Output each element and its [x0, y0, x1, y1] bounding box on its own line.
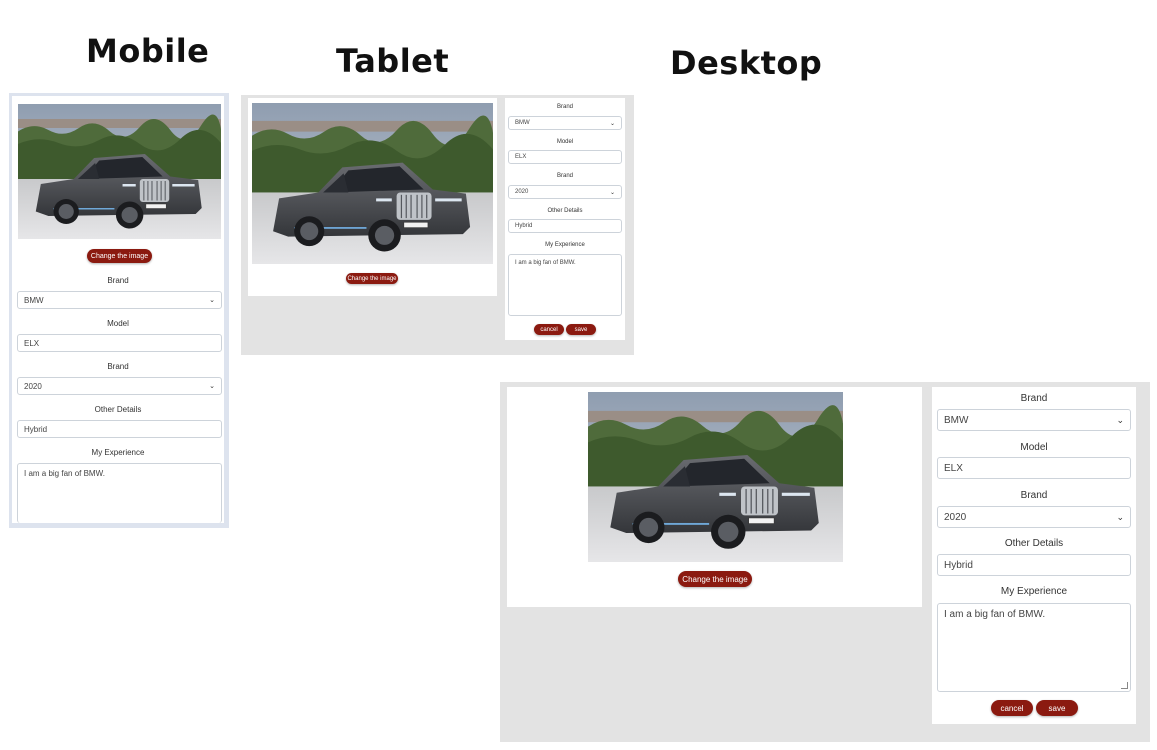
- tablet-frame: Change the image Brand BMW ⌄ Model ELX B…: [241, 95, 634, 355]
- other-details-input[interactable]: Hybrid: [508, 219, 622, 233]
- other-details-label: Other Details: [94, 405, 142, 414]
- other-details-value: Hybrid: [515, 223, 533, 229]
- mobile-heading: Mobile: [86, 32, 210, 70]
- desktop-heading: Desktop: [670, 44, 823, 82]
- desktop-frame: Change the image Brand BMW ⌄ Model ELX B…: [500, 382, 1150, 742]
- brand-select[interactable]: BMW ⌄: [937, 409, 1131, 431]
- other-details-label: Other Details: [1004, 538, 1064, 549]
- experience-textarea[interactable]: I am a big fan of BMW.: [508, 254, 622, 316]
- other-details-value: Hybrid: [944, 559, 973, 571]
- desktop-form-card: Brand BMW ⌄ Model ELX Brand 2020 ⌄ Other…: [932, 387, 1136, 724]
- model-label: Model: [556, 139, 574, 145]
- year-label: Brand: [107, 362, 129, 371]
- brand-value: BMW: [24, 295, 44, 305]
- mobile-frame: Change the image Brand BMW ⌄ Model ELX B…: [9, 93, 229, 528]
- year-value: 2020: [944, 511, 967, 523]
- experience-label: My Experience: [91, 448, 145, 457]
- save-button[interactable]: save: [1036, 700, 1078, 716]
- car-image: [588, 392, 843, 562]
- tablet-image-card: Change the image: [248, 98, 497, 296]
- year-label: Brand: [1020, 490, 1048, 501]
- change-image-button[interactable]: Change the image: [678, 571, 752, 587]
- year-select[interactable]: 2020 ⌄: [937, 506, 1131, 528]
- year-value: 2020: [24, 381, 42, 391]
- brand-label: Brand: [1020, 393, 1048, 404]
- chevron-down-icon: ⌄: [209, 297, 215, 304]
- brand-select[interactable]: BMW ⌄: [508, 116, 622, 130]
- year-value: 2020: [515, 189, 529, 195]
- chevron-down-icon: ⌄: [1116, 414, 1124, 425]
- model-label: Model: [1020, 442, 1048, 453]
- chevron-down-icon: ⌄: [609, 189, 615, 196]
- brand-select[interactable]: BMW ⌄: [17, 291, 222, 309]
- tablet-form-card: Brand BMW ⌄ Model ELX Brand 2020 ⌄ Other…: [505, 98, 625, 340]
- other-details-input[interactable]: Hybrid: [937, 554, 1131, 576]
- car-image: [252, 103, 493, 264]
- model-input[interactable]: ELX: [508, 150, 622, 164]
- car-image: [18, 104, 221, 239]
- other-details-input[interactable]: Hybrid: [17, 420, 222, 438]
- resize-handle-icon[interactable]: [1121, 682, 1128, 689]
- model-value: ELX: [24, 338, 40, 348]
- model-input[interactable]: ELX: [17, 334, 222, 352]
- other-details-value: Hybrid: [24, 424, 48, 434]
- brand-value: BMW: [515, 120, 530, 126]
- cancel-button[interactable]: cancel: [991, 700, 1033, 716]
- experience-label: My Experience: [545, 242, 585, 248]
- model-value: ELX: [944, 462, 963, 474]
- model-label: Model: [107, 319, 129, 328]
- experience-label: My Experience: [1000, 586, 1068, 597]
- brand-value: BMW: [944, 414, 969, 426]
- experience-value: I am a big fan of BMW.: [515, 260, 576, 266]
- experience-value: I am a big fan of BMW.: [24, 469, 105, 478]
- mobile-card: Change the image Brand BMW ⌄ Model ELX B…: [12, 96, 224, 523]
- desktop-image-card: Change the image: [507, 387, 922, 607]
- experience-textarea[interactable]: I am a big fan of BMW.: [17, 463, 222, 523]
- save-button[interactable]: save: [566, 324, 596, 335]
- model-input[interactable]: ELX: [937, 457, 1131, 479]
- chevron-down-icon: ⌄: [1116, 511, 1124, 522]
- change-image-button[interactable]: Change the image: [346, 273, 398, 284]
- year-select[interactable]: 2020 ⌄: [17, 377, 222, 395]
- other-details-label: Other Details: [547, 208, 583, 214]
- cancel-button[interactable]: cancel: [534, 324, 564, 335]
- model-value: ELX: [515, 154, 527, 160]
- brand-label: Brand: [107, 276, 129, 285]
- year-label: Brand: [556, 173, 573, 179]
- experience-value: I am a big fan of BMW.: [944, 609, 1046, 620]
- brand-label: Brand: [556, 104, 573, 110]
- change-image-button[interactable]: Change the image: [87, 249, 152, 263]
- chevron-down-icon: ⌄: [609, 120, 615, 127]
- tablet-heading: Tablet: [336, 42, 450, 80]
- experience-textarea[interactable]: I am a big fan of BMW.: [937, 603, 1131, 692]
- year-select[interactable]: 2020 ⌄: [508, 185, 622, 199]
- chevron-down-icon: ⌄: [209, 383, 215, 390]
